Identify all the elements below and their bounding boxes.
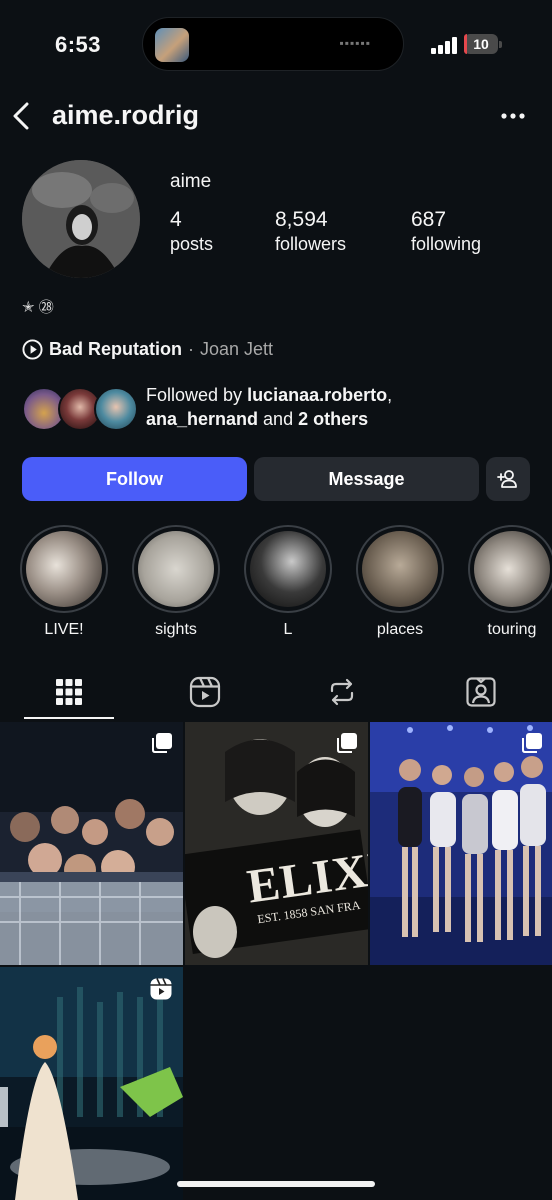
reels-icon: [189, 676, 221, 708]
highlight-places[interactable]: places: [356, 525, 446, 639]
mutual-username[interactable]: ana_hernand: [146, 409, 258, 429]
followed-by-and: and: [258, 409, 299, 429]
post-thumbnail[interactable]: [370, 722, 552, 965]
audio-wave-icon: ▪▪▪▪▪▪: [339, 36, 371, 50]
music-song-title: Bad Reputation: [49, 338, 182, 359]
more-horizontal-icon: [501, 113, 525, 119]
battery-icon: 10: [464, 34, 498, 54]
music-artist: Joan Jett: [200, 338, 274, 359]
stat-posts-label: posts: [170, 234, 214, 254]
now-playing-thumbnail: [155, 28, 189, 62]
stat-posts-count: 4: [170, 208, 182, 231]
highlight-touring[interactable]: touring: [468, 525, 552, 639]
highlight-label: LIVE!: [44, 621, 84, 638]
follow-button[interactable]: Follow: [22, 457, 247, 501]
add-user-icon: [497, 470, 517, 488]
status-time: 6:53: [55, 32, 102, 57]
followed-by-text: Followed by lucianaa.roberto, ana_hernand…: [146, 383, 546, 431]
stat-following-label: following: [411, 234, 482, 254]
play-circle-icon: [22, 338, 43, 360]
grid-icon: [56, 679, 82, 705]
carousel-icon: [152, 733, 172, 753]
highlight-cover: [26, 531, 102, 607]
more-options-button[interactable]: [496, 102, 530, 130]
profile-music[interactable]: Bad Reputation · Joan Jett: [22, 337, 273, 361]
post-thumbnail[interactable]: ELIXI EST. 1858 SAN FRA: [185, 722, 368, 965]
highlight-l[interactable]: L: [244, 525, 334, 639]
mutual-username[interactable]: lucianaa.roberto: [247, 385, 387, 405]
cellular-signal-icon: [431, 36, 459, 54]
post-image: [370, 722, 552, 965]
post-image: [185, 722, 368, 965]
bio-text: ✭ ㉘: [22, 299, 54, 316]
profile-header-bar: aime.rodrig: [0, 92, 552, 140]
highlight-live[interactable]: LIVE!: [20, 525, 110, 639]
page-title: aime.rodrig: [52, 100, 200, 130]
post-thumbnail[interactable]: [0, 722, 183, 965]
profile-tabs: [0, 665, 552, 721]
post-thumbnail[interactable]: [0, 967, 183, 1200]
chevron-left-icon: [13, 102, 29, 130]
highlight-cover: [474, 531, 550, 607]
highlight-cover: [138, 531, 214, 607]
stat-following-count: 687: [411, 208, 447, 231]
avatar-photo: [22, 160, 140, 278]
followed-by-comma: ,: [387, 385, 393, 405]
stat-followers[interactable]: 8,594 followers: [275, 208, 346, 255]
tab-reels[interactable]: [160, 665, 250, 719]
followed-by-prefix: Followed by: [146, 385, 248, 405]
mutual-followers-avatars: [22, 387, 138, 431]
tab-posts-grid[interactable]: [24, 665, 114, 719]
active-tab-indicator: [24, 717, 114, 719]
carousel-icon: [337, 733, 357, 753]
music-separator: ·: [188, 338, 194, 359]
status-bar: 6:53 ▪▪▪▪▪▪ 10: [0, 0, 552, 92]
tab-reposts[interactable]: [297, 665, 387, 719]
post-image: [0, 722, 183, 965]
highlight-cover: [362, 531, 438, 607]
post-image: [0, 967, 183, 1200]
tab-tagged[interactable]: [436, 665, 526, 719]
stat-following[interactable]: 687 following: [411, 208, 481, 255]
tagged-icon: [466, 677, 496, 707]
battery-level: 10: [473, 36, 489, 52]
highlight-label: touring: [487, 621, 537, 638]
story-highlights: LIVE! sights L places touring: [0, 525, 552, 645]
carousel-icon: [522, 733, 542, 753]
highlight-label: places: [376, 621, 424, 638]
highlight-label: sights: [155, 621, 197, 638]
profile-avatar[interactable]: [22, 160, 140, 278]
reel-icon: [150, 978, 172, 1000]
mutual-others[interactable]: 2 others: [298, 409, 368, 429]
stat-followers-count: 8,594: [275, 208, 328, 231]
follow-button-label: Follow: [106, 468, 163, 489]
message-button-label: Message: [328, 468, 405, 489]
stat-followers-label: followers: [275, 234, 347, 254]
avatar: [94, 387, 138, 431]
home-indicator[interactable]: [177, 1181, 375, 1187]
highlight-cover: [250, 531, 326, 607]
highlight-sights[interactable]: sights: [132, 525, 222, 639]
stat-posts[interactable]: 4 posts: [170, 208, 213, 255]
dynamic-island[interactable]: ▪▪▪▪▪▪: [142, 17, 404, 71]
back-button[interactable]: [10, 100, 34, 132]
reposts-icon: [330, 678, 354, 706]
display-name: aime: [170, 171, 212, 192]
followed-by-row[interactable]: Followed by lucianaa.roberto, ana_hernand…: [22, 383, 552, 435]
highlight-label: L: [283, 621, 293, 638]
suggested-users-button[interactable]: [486, 457, 530, 501]
message-button[interactable]: Message: [254, 457, 479, 501]
